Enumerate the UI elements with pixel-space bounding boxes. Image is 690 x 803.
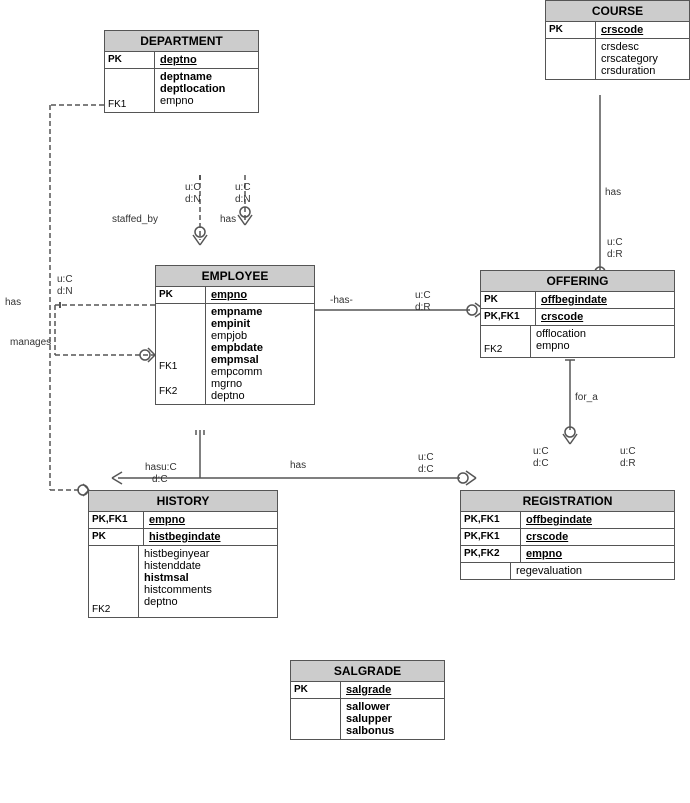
svg-text:d:R: d:R	[415, 302, 431, 313]
svg-text:-has-: -has-	[330, 295, 353, 306]
svg-text:d:R: d:R	[607, 249, 623, 260]
department-fields: deptname deptlocation empno	[155, 69, 258, 112]
offering-fk-label: FK2	[481, 326, 531, 357]
employee-title: EMPLOYEE	[156, 266, 314, 287]
svg-text:has: has	[290, 460, 306, 471]
svg-text:d:N: d:N	[57, 286, 73, 297]
history-pk1-label: PK,FK1	[89, 512, 144, 528]
offering-pk2-field: crscode	[536, 309, 674, 325]
svg-text:d:R: d:R	[620, 458, 636, 469]
salgrade-pk-label: PK	[291, 682, 341, 698]
history-fk-label: FK2	[89, 546, 139, 617]
reg-fields: regevaluation	[511, 563, 674, 579]
reg-spacer	[461, 563, 511, 579]
svg-text:u:C: u:C	[57, 274, 73, 285]
reg-pk1-label: PK,FK1	[461, 512, 521, 528]
course-fields: crsdesc crscategory crsduration	[596, 39, 689, 79]
employee-entity: EMPLOYEE PK empno FK1 FK2 empname empini…	[155, 265, 315, 405]
svg-text:d:C: d:C	[533, 458, 549, 469]
svg-text:d:N: d:N	[185, 194, 201, 205]
salgrade-fk-spacer	[291, 699, 341, 739]
course-pk-label: PK	[546, 22, 596, 38]
offering-pk1-label: PK	[481, 292, 536, 308]
offering-fields: offlocation empno	[531, 326, 674, 357]
department-entity: DEPARTMENT PK deptno FK1 deptname deptlo…	[104, 30, 259, 113]
svg-text:d:C: d:C	[152, 474, 168, 485]
history-pk1-field: empno	[144, 512, 277, 528]
salgrade-pk-field: salgrade	[341, 682, 444, 698]
course-title: COURSE	[546, 1, 689, 22]
reg-pk3-label: PK,FK2	[461, 546, 521, 562]
history-pk2-field: histbegindate	[144, 529, 277, 545]
employee-pk-field: empno	[206, 287, 314, 303]
svg-text:u:C: u:C	[533, 446, 549, 457]
reg-pk2-field: crscode	[521, 529, 674, 545]
offering-pk2-label: PK,FK1	[481, 309, 536, 325]
svg-text:staffed_by: staffed_by	[112, 214, 158, 225]
svg-text:u:C: u:C	[620, 446, 636, 457]
svg-text:for_a: for_a	[575, 392, 598, 403]
svg-text:manages: manages	[10, 337, 51, 348]
offering-entity: OFFERING PK offbegindate PK,FK1 crscode …	[480, 270, 675, 358]
offering-pk1-field: offbegindate	[536, 292, 674, 308]
course-fk-spacer	[546, 39, 596, 79]
history-pk2-label: PK	[89, 529, 144, 545]
registration-entity: REGISTRATION PK,FK1 offbegindate PK,FK1 …	[460, 490, 675, 580]
reg-pk2-label: PK,FK1	[461, 529, 521, 545]
course-entity: COURSE PK crscode crsdesc crscategory cr…	[545, 0, 690, 80]
salgrade-entity: SALGRADE PK salgrade sallower salupper s…	[290, 660, 445, 740]
department-pk-label: PK	[105, 52, 155, 68]
reg-pk3-field: empno	[521, 546, 674, 562]
employee-pk-label: PK	[156, 287, 206, 303]
employee-fields: empname empinit empjob empbdate empmsal …	[206, 304, 314, 404]
employee-fk-labels: FK1 FK2	[156, 304, 206, 404]
svg-text:u:C: u:C	[418, 452, 434, 463]
salgrade-fields: sallower salupper salbonus	[341, 699, 444, 739]
history-entity: HISTORY PK,FK1 empno PK histbegindate FK…	[88, 490, 278, 618]
registration-title: REGISTRATION	[461, 491, 674, 512]
salgrade-title: SALGRADE	[291, 661, 444, 682]
history-title: HISTORY	[89, 491, 277, 512]
department-fk-label: FK1	[105, 69, 155, 112]
svg-text:has: has	[605, 187, 621, 198]
svg-text:d:C: d:C	[418, 464, 434, 475]
history-fields: histbeginyear histenddate histmsal histc…	[139, 546, 277, 617]
svg-text:u:C: u:C	[235, 182, 251, 193]
svg-text:u:C: u:C	[185, 182, 201, 193]
svg-text:u:C: u:C	[415, 290, 431, 301]
svg-text:has: has	[5, 297, 21, 308]
offering-title: OFFERING	[481, 271, 674, 292]
reg-pk1-field: offbegindate	[521, 512, 674, 528]
svg-text:d:N: d:N	[235, 194, 251, 205]
svg-text:has: has	[220, 214, 236, 225]
svg-text:hasu:C: hasu:C	[145, 462, 177, 473]
department-title: DEPARTMENT	[105, 31, 258, 52]
department-pk-field: deptno	[155, 52, 258, 68]
course-pk-field: crscode	[596, 22, 689, 38]
svg-text:u:C: u:C	[607, 237, 623, 248]
